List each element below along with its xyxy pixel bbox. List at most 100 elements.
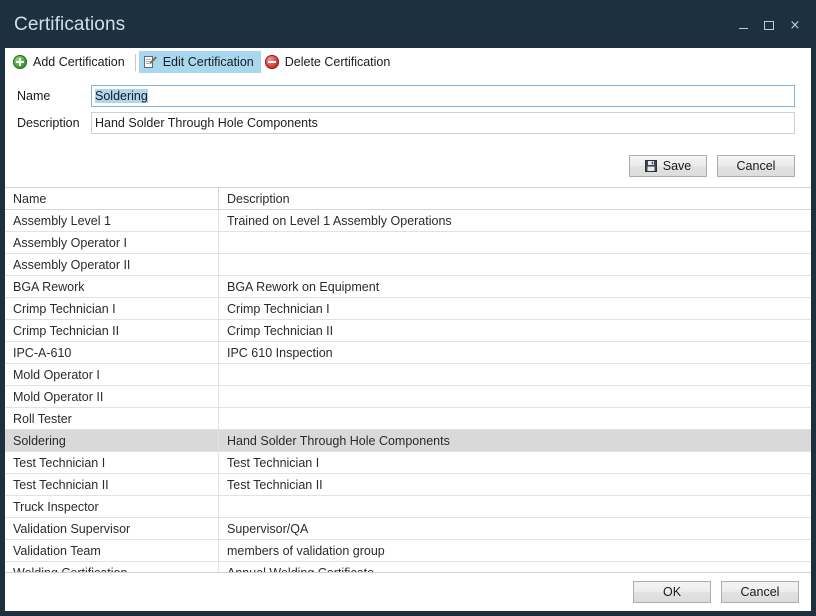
cell-description: BGA Rework on Equipment xyxy=(219,276,812,298)
close-icon: × xyxy=(790,19,801,32)
cell-name: Assembly Operator I xyxy=(5,232,219,254)
cell-description: Test Technician I xyxy=(219,452,812,474)
table-row[interactable]: Assembly Operator I xyxy=(5,232,811,254)
cell-description xyxy=(219,496,812,518)
table-row[interactable]: Validation SupervisorSupervisor/QA xyxy=(5,518,811,540)
table-row[interactable]: Crimp Technician IICrimp Technician II xyxy=(5,320,811,342)
cell-name: Test Technician I xyxy=(5,452,219,474)
name-row: Name Soldering xyxy=(17,85,795,107)
table-row[interactable]: Assembly Operator II xyxy=(5,254,811,276)
cell-name: BGA Rework xyxy=(5,276,219,298)
cell-description: Crimp Technician I xyxy=(219,298,812,320)
table-row[interactable]: Mold Operator II xyxy=(5,386,811,408)
cancel-button[interactable]: Cancel xyxy=(721,581,799,603)
certifications-grid[interactable]: Name Description Assembly Level 1Trained… xyxy=(5,187,811,572)
ok-button-label: OK xyxy=(663,585,681,599)
add-certification-button[interactable]: Add Certification xyxy=(9,51,132,73)
cell-name: Truck Inspector xyxy=(5,496,219,518)
minimize-button[interactable] xyxy=(730,14,756,36)
description-label: Description xyxy=(17,116,91,130)
cell-description: Crimp Technician II xyxy=(219,320,812,342)
description-input-value: Hand Solder Through Hole Components xyxy=(95,116,318,130)
table-row[interactable]: Crimp Technician ICrimp Technician I xyxy=(5,298,811,320)
column-header-name[interactable]: Name xyxy=(5,188,219,210)
pencil-edit-icon xyxy=(143,55,157,69)
cell-description: IPC 610 Inspection xyxy=(219,342,812,364)
cell-name: Validation Team xyxy=(5,540,219,562)
cell-name: Welding Certification xyxy=(5,562,219,573)
edit-certification-button[interactable]: Edit Certification xyxy=(139,51,261,73)
cell-description xyxy=(219,232,812,254)
title-bar: Certifications × xyxy=(0,0,816,48)
table-header: Name Description xyxy=(5,188,811,210)
table-row[interactable]: Truck Inspector xyxy=(5,496,811,518)
dialog-footer: OK Cancel xyxy=(5,572,811,611)
form-cancel-button[interactable]: Cancel xyxy=(717,155,795,177)
table-row[interactable]: SolderingHand Solder Through Hole Compon… xyxy=(5,430,811,452)
table-row[interactable]: Test Technician ITest Technician I xyxy=(5,452,811,474)
form-buttons: Save Cancel xyxy=(17,139,795,187)
cell-description: Trained on Level 1 Assembly Operations xyxy=(219,210,812,232)
table-row[interactable]: Assembly Level 1Trained on Level 1 Assem… xyxy=(5,210,811,232)
cell-name: Assembly Operator II xyxy=(5,254,219,276)
table-row[interactable]: Mold Operator I xyxy=(5,364,811,386)
certifications-window: Certifications × Add Certification xyxy=(0,0,816,616)
cell-name: Crimp Technician II xyxy=(5,320,219,342)
form-cancel-label: Cancel xyxy=(737,159,776,173)
minimize-icon xyxy=(739,28,748,29)
plus-circle-icon xyxy=(13,55,27,69)
cell-description xyxy=(219,254,812,276)
window-controls: × xyxy=(730,14,808,36)
maximize-button[interactable] xyxy=(756,14,782,36)
cell-name: IPC-A-610 xyxy=(5,342,219,364)
cell-description xyxy=(219,386,812,408)
table-row[interactable]: Test Technician IITest Technician II xyxy=(5,474,811,496)
floppy-disk-save-icon xyxy=(645,160,657,172)
description-row: Description Hand Solder Through Hole Com… xyxy=(17,112,795,134)
table-row[interactable]: Validation Teammembers of validation gro… xyxy=(5,540,811,562)
cell-description: members of validation group xyxy=(219,540,812,562)
cell-name: Crimp Technician I xyxy=(5,298,219,320)
delete-certification-button[interactable]: Delete Certification xyxy=(261,51,398,73)
minus-circle-icon xyxy=(265,55,279,69)
cell-name: Validation Supervisor xyxy=(5,518,219,540)
cell-name: Mold Operator I xyxy=(5,364,219,386)
maximize-icon xyxy=(764,21,774,30)
window-title: Certifications xyxy=(0,15,125,34)
cell-description: Test Technician II xyxy=(219,474,812,496)
cell-description: Hand Solder Through Hole Components xyxy=(219,430,812,452)
table-row[interactable]: IPC-A-610IPC 610 Inspection xyxy=(5,342,811,364)
client-area: Add Certification Edit Certification xyxy=(5,48,811,611)
cell-description xyxy=(219,364,812,386)
toolbar-separator xyxy=(135,54,136,71)
table-row[interactable]: Welding CertificationAnnual Welding Cert… xyxy=(5,562,811,573)
save-button-label: Save xyxy=(663,159,692,173)
column-header-description[interactable]: Description xyxy=(219,188,812,210)
cell-description xyxy=(219,408,812,430)
cell-name: Soldering xyxy=(5,430,219,452)
name-label: Name xyxy=(17,89,91,103)
cancel-button-label: Cancel xyxy=(741,585,780,599)
close-button[interactable]: × xyxy=(782,14,808,36)
edit-certification-label: Edit Certification xyxy=(163,56,254,69)
table-row[interactable]: Roll Tester xyxy=(5,408,811,430)
name-input-value: Soldering xyxy=(95,89,148,103)
table-row[interactable]: BGA ReworkBGA Rework on Equipment xyxy=(5,276,811,298)
cell-name: Roll Tester xyxy=(5,408,219,430)
description-input[interactable]: Hand Solder Through Hole Components xyxy=(91,112,795,134)
cell-name: Test Technician II xyxy=(5,474,219,496)
cell-description: Annual Welding Certificate xyxy=(219,562,812,573)
certifications-table: Name Description Assembly Level 1Trained… xyxy=(5,188,811,572)
ok-button[interactable]: OK xyxy=(633,581,711,603)
delete-certification-label: Delete Certification xyxy=(285,56,391,69)
toolbar: Add Certification Edit Certification xyxy=(5,48,811,77)
add-certification-label: Add Certification xyxy=(33,56,125,69)
cell-description: Supervisor/QA xyxy=(219,518,812,540)
name-input[interactable]: Soldering xyxy=(91,85,795,107)
certification-form: Name Soldering Description Hand Solder T… xyxy=(5,77,811,187)
cell-name: Assembly Level 1 xyxy=(5,210,219,232)
header-row: Name Description xyxy=(5,188,811,210)
table-body: Assembly Level 1Trained on Level 1 Assem… xyxy=(5,210,811,573)
cell-name: Mold Operator II xyxy=(5,386,219,408)
save-button[interactable]: Save xyxy=(629,155,707,177)
